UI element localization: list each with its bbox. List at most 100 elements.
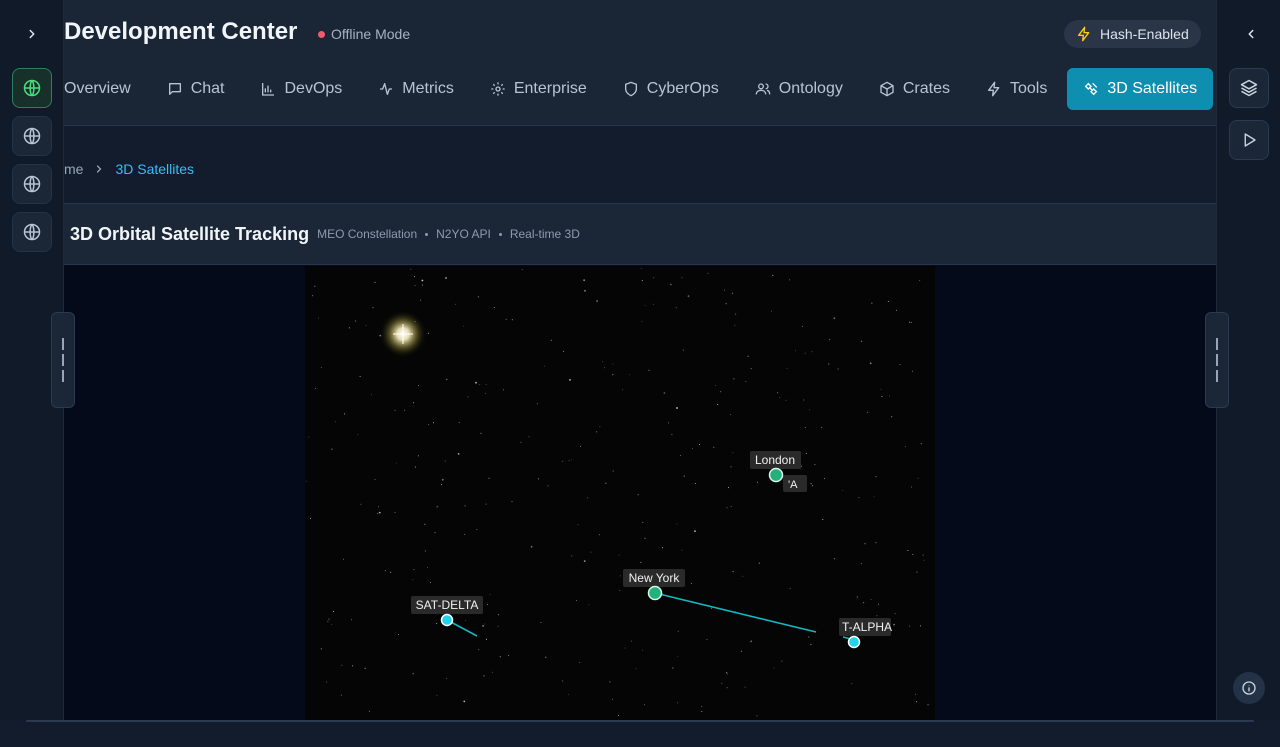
tab-label: CyberOps bbox=[646, 80, 719, 97]
star bbox=[889, 395, 891, 397]
star bbox=[789, 588, 791, 589]
star bbox=[569, 379, 571, 381]
globe-icon bbox=[23, 223, 41, 241]
star bbox=[602, 361, 604, 362]
star bbox=[727, 487, 729, 489]
star bbox=[912, 370, 913, 372]
star bbox=[701, 711, 703, 713]
globe-icon bbox=[23, 127, 41, 145]
star bbox=[805, 452, 807, 454]
star bbox=[579, 662, 581, 663]
breadcrumb-home-link[interactable]: me bbox=[64, 161, 83, 177]
tab-tools[interactable]: Tools bbox=[968, 68, 1065, 110]
tab-chat[interactable]: Chat bbox=[149, 68, 243, 110]
ground-station-london[interactable] bbox=[768, 467, 784, 483]
tab-cyberops[interactable]: CyberOps bbox=[605, 68, 737, 110]
tab-label: Enterprise bbox=[513, 80, 587, 97]
star bbox=[571, 555, 573, 557]
star bbox=[537, 478, 539, 480]
star bbox=[427, 332, 429, 334]
play-button[interactable] bbox=[1229, 120, 1269, 160]
star bbox=[740, 650, 742, 652]
panel-meta: MEO Constellation N2YO API Real-time 3D bbox=[317, 227, 580, 241]
breadcrumb: me 3D Satellites bbox=[64, 158, 194, 180]
users-icon bbox=[755, 83, 771, 95]
tab-crates[interactable]: Crates bbox=[861, 68, 968, 110]
satellite-sat-delta[interactable] bbox=[440, 613, 454, 627]
rail-globe-button-3[interactable] bbox=[12, 164, 52, 204]
rail-globe-button-1[interactable] bbox=[12, 68, 52, 108]
right-resize-handle[interactable] bbox=[1205, 312, 1229, 408]
bottom-scrollbar[interactable] bbox=[26, 720, 1254, 722]
star bbox=[833, 317, 836, 320]
star bbox=[781, 660, 783, 662]
star bbox=[360, 503, 362, 505]
star bbox=[318, 317, 319, 319]
tab-label: Metrics bbox=[402, 80, 454, 97]
star bbox=[724, 289, 725, 291]
star bbox=[491, 671, 493, 673]
star bbox=[823, 478, 825, 480]
offline-status: Offline Mode bbox=[318, 26, 410, 42]
star bbox=[717, 403, 719, 405]
star bbox=[609, 681, 611, 683]
star bbox=[378, 506, 379, 508]
expand-left-button[interactable] bbox=[22, 24, 42, 44]
star bbox=[333, 611, 334, 612]
collapse-right-button[interactable] bbox=[1241, 24, 1261, 44]
tab-ontology[interactable]: Ontology bbox=[737, 68, 861, 110]
star bbox=[812, 485, 813, 487]
rail-globe-button-4[interactable] bbox=[12, 212, 52, 252]
left-resize-handle[interactable] bbox=[51, 312, 75, 408]
star bbox=[867, 411, 869, 413]
star bbox=[394, 512, 396, 514]
star bbox=[653, 277, 655, 279]
star bbox=[726, 687, 728, 689]
layers-button[interactable] bbox=[1229, 68, 1269, 108]
star bbox=[463, 700, 466, 703]
tab-enterprise[interactable]: Enterprise bbox=[472, 68, 605, 110]
tracking-panel-header: 3D Orbital Satellite Tracking MEO Conste… bbox=[64, 203, 1216, 265]
satellite-sat-alpha[interactable] bbox=[847, 635, 861, 649]
star bbox=[465, 620, 467, 621]
satellite-3d-viewport[interactable]: London 'A New York SAT-DELTA T-ALPHA bbox=[305, 266, 935, 720]
tab-overview[interactable]: Overview bbox=[64, 68, 149, 110]
star bbox=[420, 299, 421, 301]
star bbox=[622, 389, 623, 391]
info-button[interactable] bbox=[1233, 672, 1265, 704]
star bbox=[715, 385, 716, 386]
tab-label: DevOps bbox=[284, 80, 343, 97]
star bbox=[904, 446, 906, 448]
tab-devops[interactable]: DevOps bbox=[242, 68, 360, 110]
star bbox=[861, 563, 862, 564]
star bbox=[417, 455, 419, 457]
scene-canvas[interactable]: London 'A New York SAT-DELTA T-ALPHA bbox=[305, 266, 935, 720]
star bbox=[683, 475, 685, 477]
star bbox=[605, 482, 607, 484]
tab-label: Ontology bbox=[778, 80, 843, 97]
star bbox=[907, 550, 909, 551]
tab-metrics[interactable]: Metrics bbox=[360, 68, 472, 110]
star bbox=[672, 667, 674, 669]
meta-separator bbox=[498, 232, 502, 236]
star bbox=[640, 561, 642, 563]
star bbox=[694, 530, 696, 532]
star bbox=[484, 623, 486, 625]
star bbox=[371, 394, 372, 396]
main-tabs: Overview Chat DevOps Metrics Enterprise … bbox=[64, 68, 1214, 110]
star bbox=[750, 640, 752, 642]
rail-globe-button-2[interactable] bbox=[12, 116, 52, 156]
star bbox=[364, 667, 366, 669]
star bbox=[810, 483, 812, 485]
star bbox=[497, 614, 499, 616]
hash-enabled-badge[interactable]: Hash-Enabled bbox=[1064, 20, 1201, 48]
tab-3d-satellites[interactable]: 3D Satellites bbox=[1067, 68, 1214, 110]
bar-chart-icon bbox=[262, 83, 275, 96]
star bbox=[735, 313, 737, 315]
ground-station-new-york[interactable] bbox=[647, 585, 663, 601]
star bbox=[910, 322, 912, 323]
star bbox=[374, 281, 376, 283]
star bbox=[543, 365, 545, 367]
star bbox=[305, 480, 307, 482]
star bbox=[624, 647, 626, 649]
